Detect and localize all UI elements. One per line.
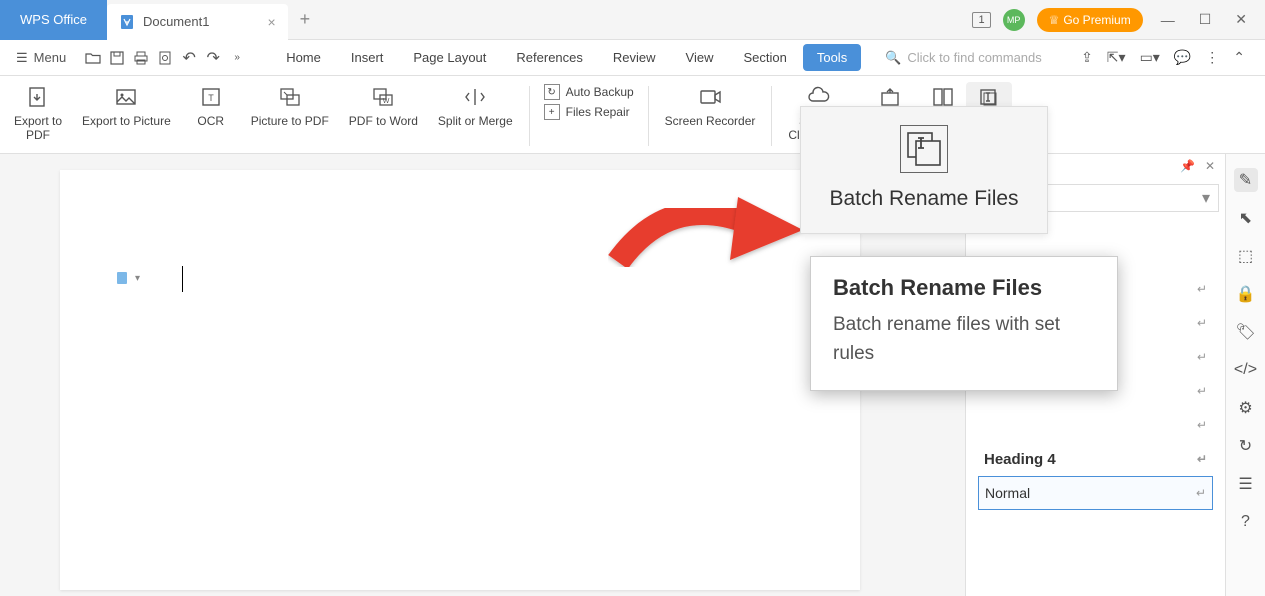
- split-merge-icon: [463, 84, 487, 110]
- style-item[interactable]: ↵: [978, 408, 1213, 442]
- page-marker-icon[interactable]: ▾: [115, 270, 140, 286]
- style-item[interactable]: Heading 4↵: [978, 442, 1213, 476]
- text-cursor: [182, 266, 183, 292]
- qat-more-icon[interactable]: »: [226, 47, 248, 69]
- menu-bar: ☰ Menu ↶ ↷ » HomeInsertPage LayoutRefere…: [0, 40, 1265, 76]
- save-icon[interactable]: [106, 47, 128, 69]
- tooltip-description: Batch Rename Files Batch rename files wi…: [810, 256, 1118, 391]
- files-repair-icon: +: [544, 104, 560, 120]
- export-picture-icon: [114, 84, 138, 110]
- redo-icon[interactable]: ↷: [202, 47, 224, 69]
- close-window-button[interactable]: ✕: [1229, 11, 1253, 28]
- export-picture-button[interactable]: Export to Picture: [72, 82, 181, 130]
- picture-to-pdf-icon: [278, 84, 302, 110]
- pin-icon[interactable]: 📌: [1180, 159, 1195, 173]
- tab-page-layout[interactable]: Page Layout: [399, 44, 500, 71]
- tab-review[interactable]: Review: [599, 44, 670, 71]
- search-icon: 🔍: [885, 50, 901, 66]
- ocr-icon: T: [199, 84, 223, 110]
- title-bar: WPS Office Document1 × + 1 MP ♕ Go Premi…: [0, 0, 1265, 40]
- window-count-badge[interactable]: 1: [972, 12, 990, 28]
- document-icon: [119, 14, 135, 30]
- split-merge-button[interactable]: Split or Merge: [428, 82, 523, 130]
- go-premium-button[interactable]: ♕ Go Premium: [1037, 8, 1143, 32]
- export-pdf-icon: [26, 84, 50, 110]
- tag-icon[interactable]: 🏷: [1234, 320, 1258, 344]
- open-icon[interactable]: [82, 47, 104, 69]
- screen-icon[interactable]: ▭▾: [1140, 49, 1160, 66]
- tab-insert[interactable]: Insert: [337, 44, 398, 71]
- picture-to-pdf-button[interactable]: Picture to PDF: [241, 82, 339, 130]
- ribbon-tooltip: Batch Rename Files: [800, 106, 1048, 234]
- new-tab-button[interactable]: +: [300, 9, 311, 30]
- collapse-ribbon-icon[interactable]: ⌃: [1233, 49, 1245, 66]
- print-preview-icon[interactable]: [154, 47, 176, 69]
- share-icon[interactable]: ⇱▾: [1107, 49, 1126, 66]
- tab-tools[interactable]: Tools: [803, 44, 861, 71]
- tab-home[interactable]: Home: [272, 44, 335, 71]
- auto-backup-icon: ↻: [544, 84, 560, 100]
- pdf-to-word-icon: W: [371, 84, 395, 110]
- help-icon[interactable]: ?: [1234, 510, 1258, 534]
- maximize-button[interactable]: ☐: [1193, 11, 1218, 28]
- cursor-icon[interactable]: ⬉: [1234, 206, 1258, 230]
- ribbon-tabs: HomeInsertPage LayoutReferencesReviewVie…: [272, 44, 861, 71]
- close-tab-icon[interactable]: ×: [267, 14, 275, 30]
- code-icon[interactable]: </>: [1234, 358, 1258, 382]
- feedback-icon[interactable]: 💬: [1174, 49, 1191, 66]
- undo-icon[interactable]: ↶: [178, 47, 200, 69]
- files-repair-button[interactable]: + Files Repair: [544, 104, 634, 120]
- hamburger-icon: ☰: [16, 50, 28, 66]
- export-pdf-button[interactable]: Export to PDF: [4, 82, 72, 144]
- auto-backup-button[interactable]: ↻ Auto Backup: [544, 84, 634, 100]
- tab-section[interactable]: Section: [729, 44, 800, 71]
- ocr-button[interactable]: T OCR: [181, 82, 241, 130]
- style-item[interactable]: Normal↵: [978, 476, 1213, 510]
- menu-button[interactable]: ☰ Menu: [10, 50, 72, 66]
- tab-references[interactable]: References: [502, 44, 596, 71]
- screen-recorder-button[interactable]: Screen Recorder: [655, 82, 766, 130]
- lock-icon[interactable]: 🔒: [1234, 282, 1258, 306]
- svg-text:W: W: [383, 98, 390, 105]
- document-page[interactable]: ▾: [60, 170, 860, 590]
- list-icon[interactable]: ☰: [1234, 472, 1258, 496]
- user-avatar[interactable]: MP: [1003, 9, 1025, 31]
- ribbon-toolbar: Export to PDF Export to Picture T OCR Pi…: [0, 76, 1265, 154]
- batch-rename-large-icon: [900, 125, 948, 173]
- crown-icon: ♕: [1049, 13, 1060, 27]
- document-tab[interactable]: Document1 ×: [107, 4, 288, 40]
- minimize-button[interactable]: —: [1155, 12, 1181, 28]
- selection-icon[interactable]: ⬚: [1234, 244, 1258, 268]
- print-icon[interactable]: [130, 47, 152, 69]
- document-name: Document1: [143, 14, 209, 29]
- app-tab[interactable]: WPS Office: [0, 0, 107, 40]
- settings-icon[interactable]: ⚙: [1234, 396, 1258, 420]
- more-icon[interactable]: ⋮: [1205, 49, 1219, 66]
- cloud-sync-icon[interactable]: ⇪: [1081, 49, 1093, 66]
- pencil-icon[interactable]: ✎: [1234, 168, 1258, 192]
- tab-view[interactable]: View: [672, 44, 728, 71]
- close-panel-icon[interactable]: ✕: [1205, 159, 1215, 173]
- screen-recorder-icon: [698, 84, 722, 110]
- right-sidebar: ✎ ⬉ ⬚ 🔒 🏷 </> ⚙ ↻ ☰ ?: [1225, 154, 1265, 596]
- pdf-to-word-button[interactable]: W PDF to Word: [339, 82, 428, 130]
- history-icon[interactable]: ↻: [1234, 434, 1258, 458]
- command-search[interactable]: 🔍 Click to find commands: [885, 50, 1042, 66]
- svg-text:T: T: [208, 93, 214, 103]
